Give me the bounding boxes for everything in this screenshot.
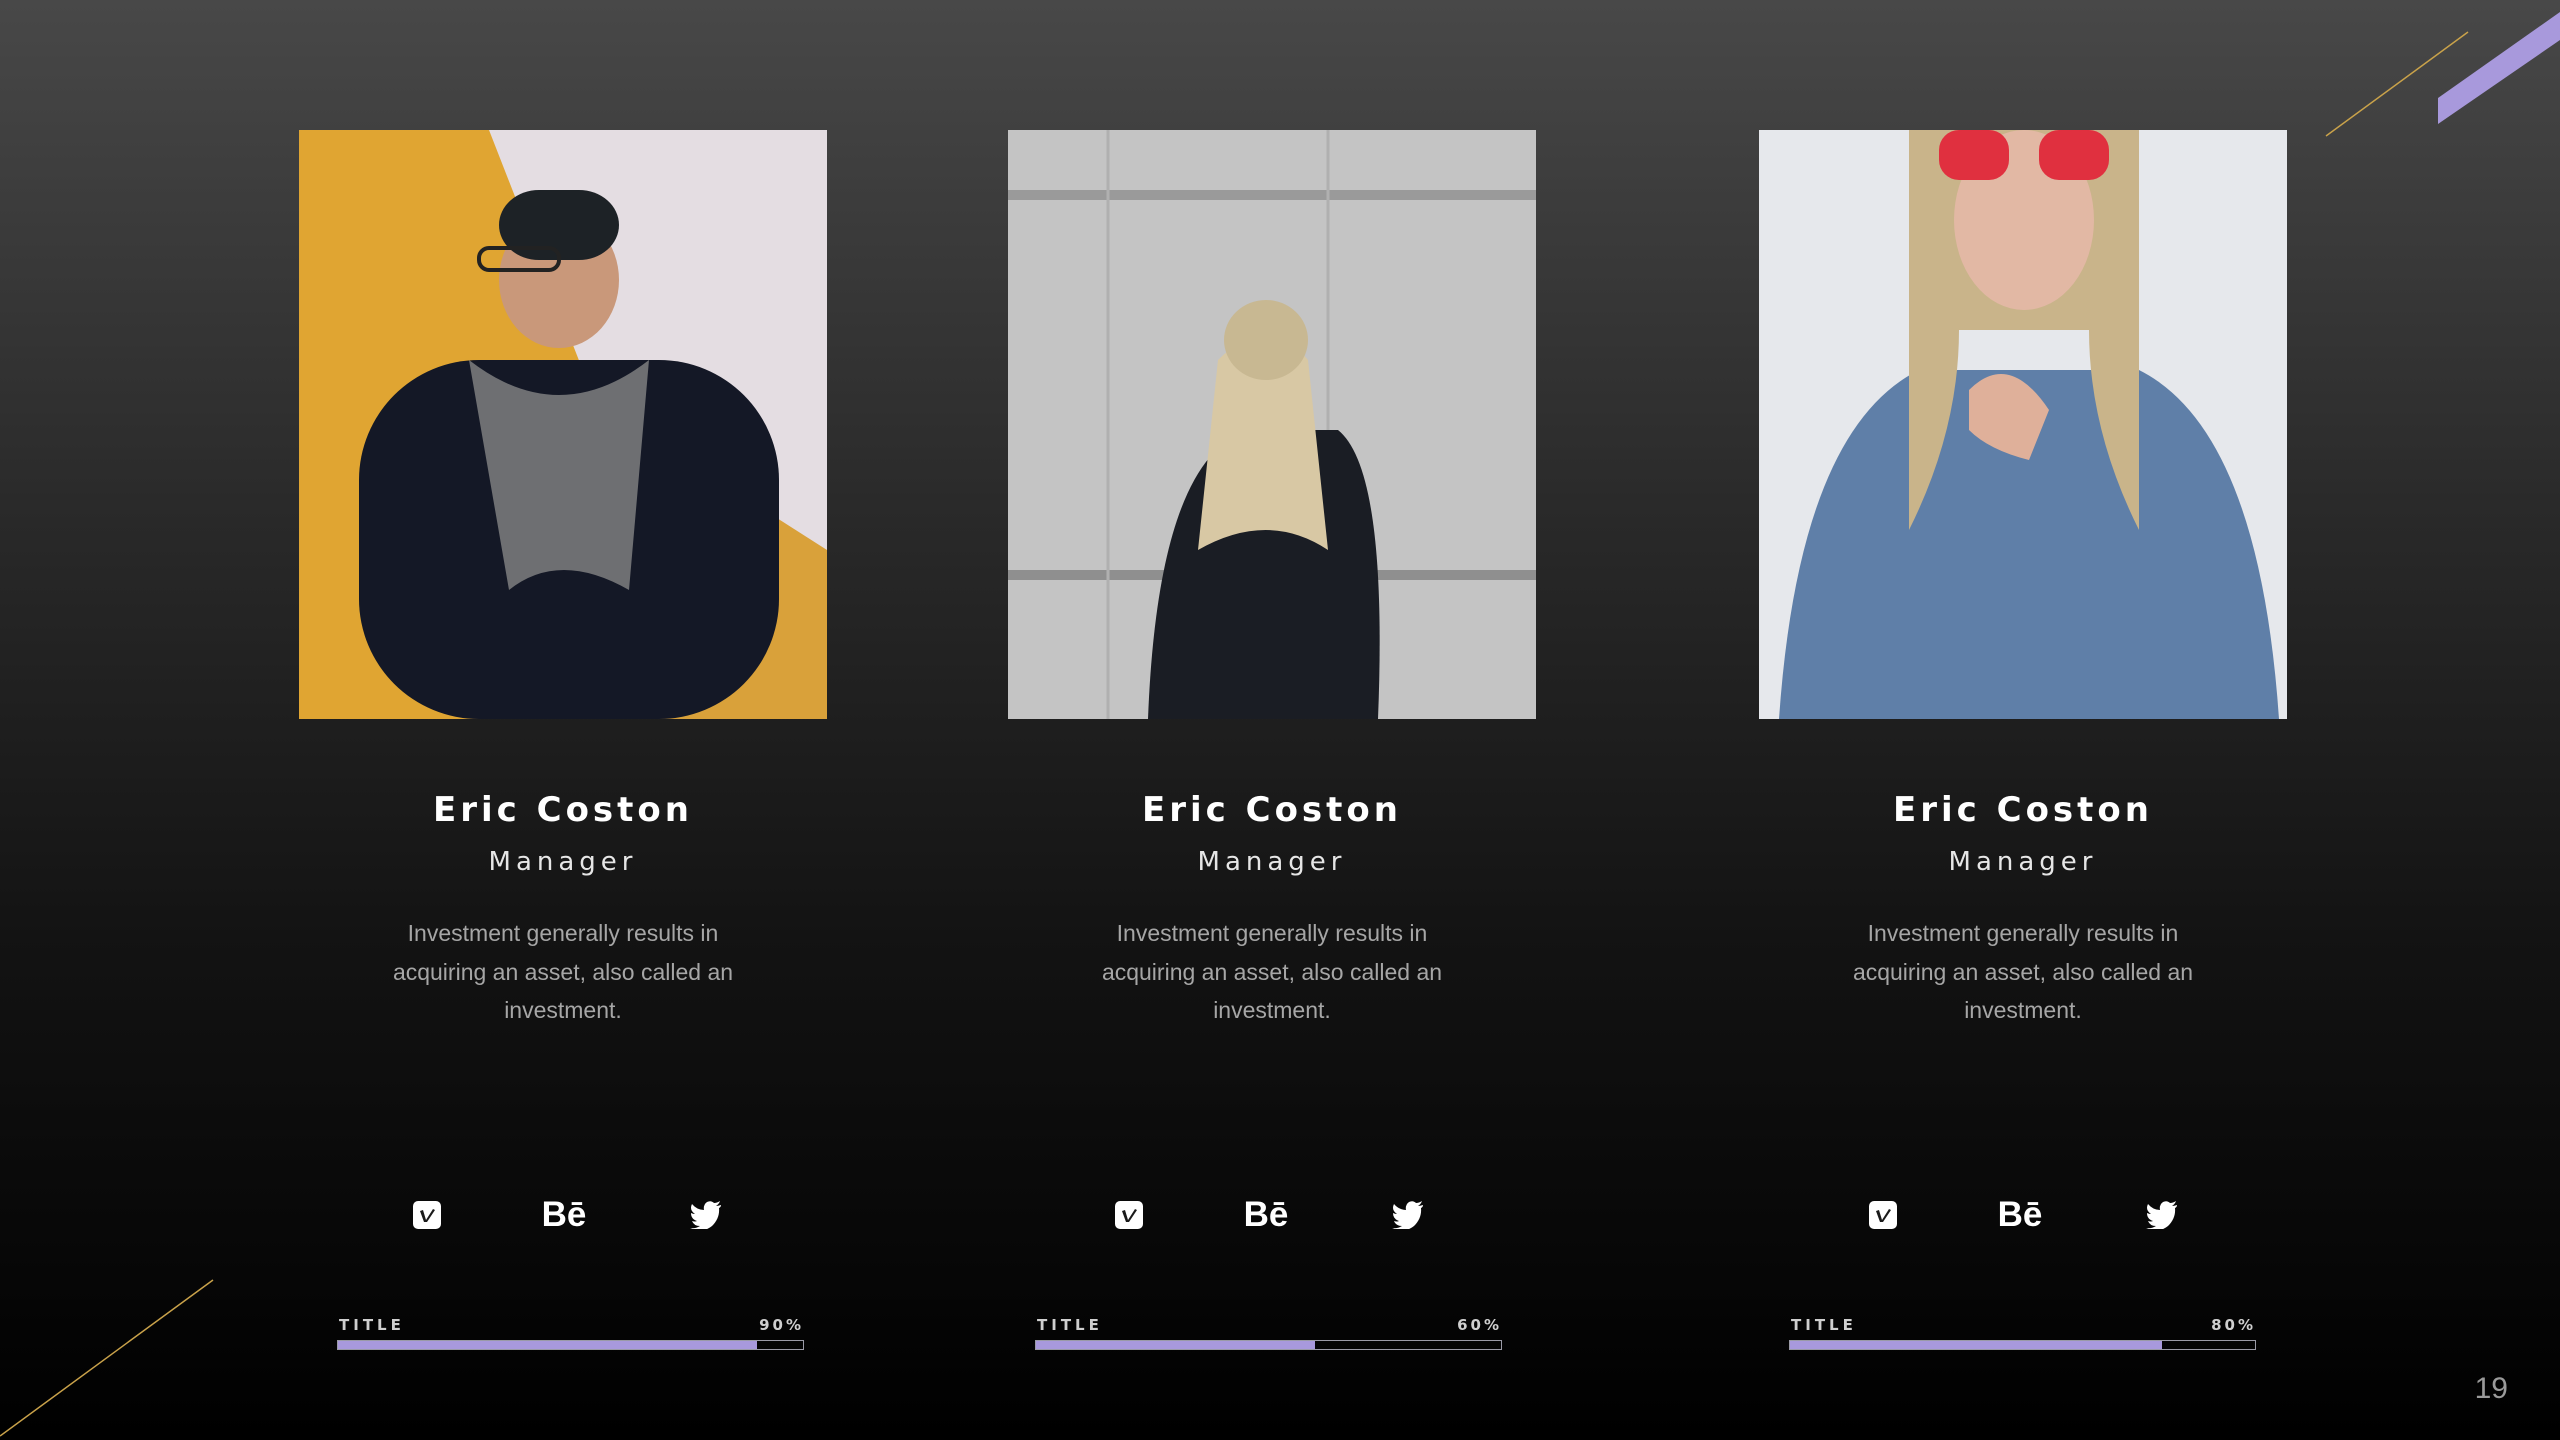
social-links: Bē — [1008, 1193, 1536, 1237]
member-role: Manager — [1948, 847, 2098, 877]
skill-value: 90% — [759, 1316, 804, 1334]
skill-fill — [1036, 1341, 1315, 1349]
member-photo — [299, 130, 827, 719]
vimeo-icon[interactable] — [1868, 1193, 1898, 1237]
skill-value: 80% — [2211, 1316, 2256, 1334]
behance-icon[interactable]: Bē — [1990, 1193, 2050, 1237]
skill-bar: TITLE 80% — [1789, 1316, 2256, 1352]
vimeo-icon[interactable] — [1114, 1193, 1144, 1237]
social-links: Bē — [299, 1193, 827, 1237]
page-number: 19 — [2474, 1372, 2508, 1405]
twitter-icon[interactable] — [688, 1193, 724, 1237]
twitter-icon[interactable] — [1390, 1193, 1426, 1237]
skill-bar: TITLE 90% — [337, 1316, 804, 1352]
member-role: Manager — [488, 847, 638, 877]
member-photo — [1759, 130, 2287, 719]
member-name: Eric Coston — [1892, 790, 2153, 830]
skill-fill — [1790, 1341, 2162, 1349]
skill-track — [337, 1340, 804, 1350]
member-name: Eric Coston — [432, 790, 693, 830]
skill-track — [1789, 1340, 2256, 1350]
social-links: Bē — [1759, 1193, 2287, 1237]
accent-stripe — [2438, 12, 2560, 124]
member-description: Investment generally results in acquirin… — [1101, 920, 1443, 1023]
member-description: Investment generally results in acquirin… — [1852, 920, 2194, 1023]
skill-fill — [338, 1341, 757, 1349]
twitter-icon[interactable] — [2144, 1193, 2180, 1237]
member-role: Manager — [1197, 847, 1347, 877]
skill-bar: TITLE 60% — [1035, 1316, 1502, 1352]
behance-icon[interactable]: Bē — [534, 1193, 594, 1237]
vimeo-icon[interactable] — [412, 1193, 442, 1237]
gold-line-bottom — [0, 1279, 214, 1437]
skill-track — [1035, 1340, 1502, 1350]
member-name: Eric Coston — [1141, 790, 1402, 830]
behance-icon[interactable]: Bē — [1236, 1193, 1296, 1237]
skill-label: TITLE — [1037, 1316, 1103, 1334]
member-description: Investment generally results in acquirin… — [392, 920, 734, 1023]
gold-line-top — [2325, 31, 2469, 137]
skill-value: 60% — [1457, 1316, 1502, 1334]
member-photo — [1008, 130, 1536, 719]
skill-label: TITLE — [339, 1316, 405, 1334]
skill-label: TITLE — [1791, 1316, 1857, 1334]
